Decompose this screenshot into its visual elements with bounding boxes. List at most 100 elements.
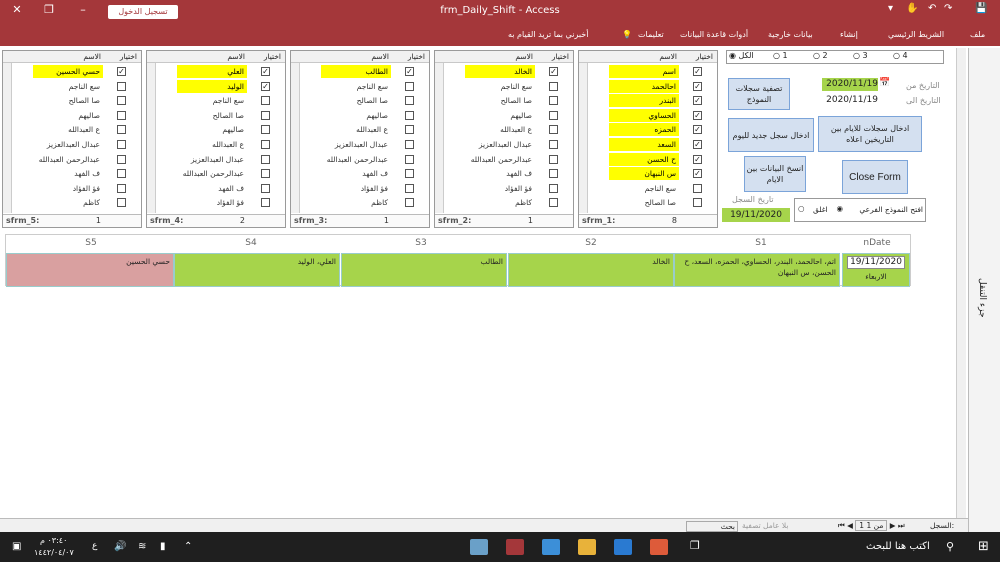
mail-icon[interactable] bbox=[542, 539, 560, 555]
subform-scrollbar[interactable] bbox=[147, 51, 156, 213]
list-item[interactable]: صا الصالح bbox=[589, 196, 717, 210]
item-name[interactable]: العلي bbox=[177, 65, 247, 78]
item-name[interactable]: صاليهم bbox=[465, 109, 535, 122]
item-checkbox[interactable] bbox=[549, 96, 558, 106]
grid-header[interactable]: S3 bbox=[366, 235, 476, 251]
item-checkbox[interactable]: ✓ bbox=[693, 125, 702, 135]
list-item[interactable]: سع الناجم bbox=[13, 80, 141, 94]
item-name[interactable]: عبدال العبدالعزيز bbox=[177, 153, 247, 166]
insert-range-button[interactable]: ادخال سجلات للايام بين التاريخين اعلاه bbox=[818, 116, 922, 152]
list-item[interactable]: عبدال العبدالعزيز bbox=[157, 153, 285, 167]
grid-header[interactable]: S4 bbox=[196, 235, 306, 251]
list-item[interactable]: صا الصالح bbox=[301, 94, 429, 108]
item-name[interactable]: كاظم bbox=[465, 196, 535, 209]
radio-option[interactable]: ○ 1 bbox=[773, 51, 788, 60]
show-hidden-icons[interactable]: ⌃ bbox=[184, 541, 192, 552]
record-date-field[interactable]: 19/11/2020 bbox=[722, 208, 790, 222]
grid-header[interactable]: S2 bbox=[536, 235, 646, 251]
item-name[interactable]: فؤ الفؤاد bbox=[33, 182, 103, 195]
item-name[interactable]: صاليهم bbox=[177, 123, 247, 136]
list-item[interactable]: الحساوي ✓ bbox=[589, 108, 717, 123]
list-item[interactable]: عبدالرحمن العبدالله bbox=[13, 153, 141, 167]
calendar-icon[interactable]: 📅 bbox=[879, 78, 890, 88]
open-form-radio-icon[interactable]: ◉ bbox=[836, 204, 843, 213]
item-checkbox[interactable] bbox=[405, 81, 414, 91]
notifications-icon[interactable]: ▣ bbox=[12, 541, 21, 552]
item-name[interactable]: ف الفهد bbox=[465, 167, 535, 180]
list-item[interactable]: عبدالرحمن العبدالله bbox=[301, 153, 429, 167]
insert-today-button[interactable]: ادخال سجل جديد لليوم bbox=[728, 118, 814, 152]
grid-header[interactable]: S5 bbox=[36, 235, 146, 251]
taskbar-search[interactable]: اكتب هنا للبحث bbox=[866, 541, 930, 552]
col-name-header[interactable]: الاسم bbox=[659, 52, 677, 61]
item-name[interactable]: ف الفهد bbox=[33, 167, 103, 180]
filter-records-button[interactable]: تصفية سجلات النموذج bbox=[728, 78, 790, 110]
list-item[interactable]: الوليد ✓ bbox=[157, 79, 285, 94]
list-item[interactable]: صاليهم bbox=[301, 109, 429, 123]
col-choose-header[interactable]: اختيار bbox=[696, 52, 713, 61]
grid-cell-s4[interactable]: العلي، الوليد bbox=[174, 253, 340, 287]
volume-icon[interactable]: 🔊 bbox=[114, 541, 126, 552]
item-checkbox[interactable] bbox=[405, 125, 414, 135]
close-form-button[interactable]: Close Form bbox=[842, 160, 908, 194]
access-icon[interactable] bbox=[506, 539, 524, 555]
list-item[interactable]: فؤ الفؤاد bbox=[157, 196, 285, 210]
list-item[interactable]: صاليهم bbox=[157, 123, 285, 137]
item-name[interactable]: حسي الحسين bbox=[33, 65, 103, 78]
item-checkbox[interactable] bbox=[405, 183, 414, 193]
item-checkbox[interactable] bbox=[405, 169, 414, 179]
search-box[interactable]: بحث bbox=[686, 521, 738, 532]
item-checkbox[interactable]: ✓ bbox=[693, 110, 702, 120]
item-checkbox[interactable] bbox=[261, 125, 270, 135]
item-name[interactable]: الوليد bbox=[177, 79, 247, 93]
subform-scrollbar[interactable] bbox=[3, 51, 12, 213]
col-name-header[interactable]: الاسم bbox=[227, 52, 245, 61]
item-name[interactable]: ع العبدالله bbox=[177, 138, 247, 151]
item-checkbox[interactable] bbox=[693, 183, 702, 193]
item-name[interactable]: ف الفهد bbox=[321, 167, 391, 180]
item-name[interactable]: صا الصالح bbox=[465, 94, 535, 107]
item-name[interactable]: السعد bbox=[609, 138, 679, 151]
copy-data-button[interactable]: انسخ البيانات بين الايام bbox=[744, 156, 806, 192]
item-checkbox[interactable] bbox=[549, 183, 558, 193]
item-checkbox[interactable] bbox=[261, 154, 270, 164]
list-item[interactable]: العلي ✓ bbox=[157, 65, 285, 79]
grid-cell-s5[interactable]: حسي الحسين bbox=[6, 253, 174, 287]
subform-scrollbar[interactable] bbox=[291, 51, 300, 213]
tab-database-tools[interactable]: أدوات قاعدة البيانات bbox=[680, 30, 748, 39]
list-item[interactable]: البندر ✓ bbox=[589, 94, 717, 108]
item-name[interactable]: احالحمد bbox=[609, 79, 679, 93]
item-name[interactable]: عبدال العبدالعزيز bbox=[33, 138, 103, 151]
list-item[interactable]: احالحمد ✓ bbox=[589, 79, 717, 94]
item-checkbox[interactable] bbox=[261, 183, 270, 193]
radio-option[interactable]: ○ 3 bbox=[853, 51, 868, 60]
item-checkbox[interactable] bbox=[549, 198, 558, 208]
tab-file[interactable]: ملف bbox=[970, 30, 985, 39]
list-item[interactable]: صا الصالح bbox=[445, 94, 573, 108]
app-icon[interactable] bbox=[470, 539, 488, 555]
nav-pane[interactable]: جزء التنقل bbox=[968, 48, 1000, 532]
item-checkbox[interactable] bbox=[117, 96, 126, 106]
item-checkbox[interactable]: ✓ bbox=[693, 81, 702, 91]
col-choose-header[interactable]: اختيار bbox=[264, 52, 281, 61]
item-name[interactable]: سع الناجم bbox=[321, 80, 391, 93]
item-name[interactable]: فؤ الفؤاد bbox=[321, 182, 391, 195]
list-item[interactable]: سع الناجم bbox=[589, 182, 717, 196]
list-item[interactable]: كاظم bbox=[445, 196, 573, 210]
item-checkbox[interactable] bbox=[117, 154, 126, 164]
grid-date[interactable]: 19/11/2020 bbox=[847, 256, 905, 269]
list-item[interactable]: عبدالرحمن العبدالله bbox=[445, 153, 573, 167]
filter-indicator[interactable]: بلا عامل تصفية bbox=[742, 521, 788, 530]
start-button-icon[interactable]: ⊞ bbox=[978, 539, 989, 554]
item-name[interactable]: سع الناجم bbox=[465, 80, 535, 93]
item-name[interactable]: اسم bbox=[609, 65, 679, 78]
list-item[interactable]: صاليهم bbox=[13, 109, 141, 123]
list-item[interactable]: عبدال العبدالعزيز bbox=[13, 138, 141, 152]
item-checkbox[interactable] bbox=[405, 140, 414, 149]
item-checkbox[interactable] bbox=[261, 140, 270, 149]
list-item[interactable]: ف الفهد bbox=[301, 167, 429, 181]
item-checkbox[interactable] bbox=[549, 154, 558, 164]
item-checkbox[interactable]: ✓ bbox=[693, 169, 702, 179]
list-item[interactable]: حسي الحسين ✓ bbox=[13, 65, 141, 79]
item-name[interactable]: صا الصالح bbox=[33, 94, 103, 107]
